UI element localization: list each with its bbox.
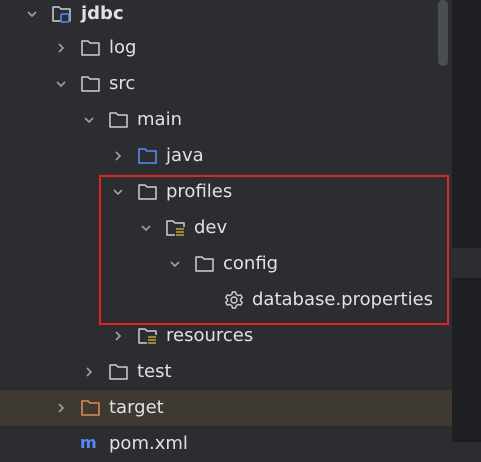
- tree-item-pom[interactable]: m pom.xml: [0, 426, 452, 462]
- tree-item-label: src: [109, 73, 136, 94]
- scrollbar-thumb[interactable]: [438, 0, 448, 66]
- folder-icon: [81, 76, 100, 92]
- folder-icon: [109, 112, 128, 128]
- chevron-down-icon[interactable]: [140, 222, 152, 234]
- chevron-right-icon[interactable]: [112, 330, 124, 342]
- chevron-right-icon[interactable]: [55, 42, 67, 54]
- tree-item-target[interactable]: target: [0, 390, 452, 426]
- folder-icon: [81, 40, 100, 56]
- chevron-down-icon[interactable]: [169, 258, 181, 270]
- chevron-down-icon[interactable]: [83, 114, 95, 126]
- project-tree: jdbc log src main java profiles dev conf…: [0, 0, 452, 454]
- tree-item-label: java: [166, 145, 204, 166]
- tree-item-label: pom.xml: [109, 433, 188, 454]
- tree-item-label: dev: [194, 217, 228, 238]
- gear-icon: [225, 291, 243, 309]
- tree-item-label: resources: [166, 325, 254, 346]
- folder-icon: [195, 256, 214, 272]
- tree-item-label: main: [137, 109, 182, 130]
- tree-item-resources[interactable]: resources: [0, 318, 452, 354]
- chevron-right-icon[interactable]: [83, 366, 95, 378]
- editor-gutter: [452, 0, 481, 442]
- chevron-right-icon[interactable]: [112, 150, 124, 162]
- tree-item-main[interactable]: main: [0, 102, 452, 138]
- tree-item-config[interactable]: config: [0, 246, 452, 282]
- source-folder-icon: [138, 148, 157, 164]
- tree-item-src[interactable]: src: [0, 66, 452, 102]
- tree-item-java[interactable]: java: [0, 138, 452, 174]
- tree-item-label: config: [223, 253, 279, 274]
- editor-gutter-marker: [452, 248, 481, 278]
- tree-item-dev[interactable]: dev: [0, 210, 452, 246]
- folder-icon: [138, 184, 157, 200]
- chevron-down-icon[interactable]: [55, 78, 67, 90]
- tree-item-label: jdbc: [81, 3, 124, 24]
- excluded-folder-icon: [81, 400, 100, 416]
- tree-item-jdbc[interactable]: jdbc: [0, 0, 452, 32]
- module-folder-icon: [52, 6, 71, 23]
- tree-item-label: database.properties: [252, 289, 434, 310]
- tree-item-label: profiles: [166, 181, 233, 202]
- scrollbar-track[interactable]: [436, 0, 450, 442]
- resource-folder-icon: [138, 328, 157, 345]
- tree-item-profiles[interactable]: profiles: [0, 174, 452, 210]
- tree-item-database-properties[interactable]: database.properties: [0, 282, 452, 318]
- chevron-right-icon[interactable]: [55, 402, 67, 414]
- tree-item-label: test: [137, 361, 172, 382]
- chevron-down-icon[interactable]: [112, 186, 124, 198]
- tree-item-test[interactable]: test: [0, 354, 452, 390]
- resource-folder-icon: [166, 220, 185, 237]
- tree-item-log[interactable]: log: [0, 30, 452, 66]
- maven-icon: m: [80, 433, 97, 452]
- chevron-down-icon[interactable]: [26, 8, 38, 20]
- folder-icon: [109, 364, 128, 380]
- tree-item-label: log: [109, 37, 137, 58]
- tree-item-label: target: [109, 397, 164, 418]
